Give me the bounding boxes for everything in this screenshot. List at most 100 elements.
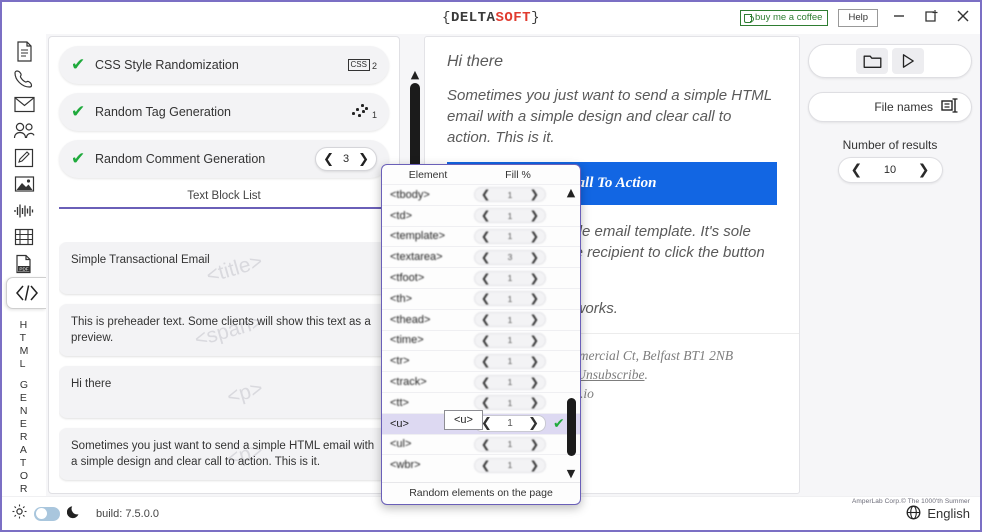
results-next-icon[interactable]: ❯ [918, 162, 930, 178]
stepper-next-icon[interactable]: ❯ [530, 251, 539, 264]
stepper-next-icon[interactable]: ❯ [530, 209, 539, 222]
stepper-next-icon[interactable]: ❯ [530, 188, 539, 201]
popup-scrollbar[interactable]: ▲ ▼ [564, 186, 578, 480]
stepper-prev-icon[interactable]: ❮ [481, 459, 490, 472]
fill-stepper[interactable]: ❮ 1 ❯ [474, 187, 546, 203]
table-row[interactable]: <tbody> ❮ 1 ❯ [382, 184, 580, 205]
maximize-button[interactable] [920, 8, 942, 28]
help-button[interactable]: Help [838, 9, 878, 27]
language-selector[interactable]: English [906, 505, 970, 523]
table-row[interactable]: <template> ❮ 1 ❯ [382, 225, 580, 247]
image-icon[interactable] [7, 171, 41, 198]
fill-stepper[interactable]: ❮ 1 ❯ [474, 395, 546, 411]
list-item[interactable]: This is preheader text. Some clients wil… [59, 304, 389, 356]
fill-stepper[interactable]: ❮ 1 ❯ [474, 415, 546, 433]
pdf-icon[interactable]: PDF [7, 251, 41, 278]
stepper-next-icon[interactable]: ❯ [530, 334, 539, 347]
theme-toggle[interactable] [34, 506, 60, 521]
fill-stepper[interactable]: ❮ 1 ❯ [474, 228, 546, 244]
table-row[interactable]: <ul> ❮ 1 ❯ [382, 433, 580, 455]
fill-stepper[interactable]: ❮ 3 ❯ [474, 249, 546, 265]
stepper-next-icon[interactable]: ❯ [530, 230, 539, 243]
tags-badge-group[interactable]: 1 [350, 104, 377, 120]
close-button[interactable] [952, 8, 974, 28]
popup-row-list[interactable]: <tbody> ❮ 1 ❯ <td> ❮ 1 ❯ <template> ❮ 1 ❯ <textar… [382, 184, 580, 482]
sun-icon[interactable] [12, 504, 27, 524]
comment-count-stepper[interactable]: ❮ 3 ❯ [315, 147, 377, 171]
option-random-tag-generation[interactable]: ✔ Random Tag Generation 1 [59, 93, 389, 131]
stepper-prev-icon[interactable]: ❮ [481, 396, 490, 409]
stepper-prev-icon[interactable]: ❮ [323, 153, 334, 166]
stepper-next-icon[interactable]: ❯ [358, 153, 369, 166]
list-item[interactable]: Hi there <p> [59, 366, 389, 418]
stepper-prev-icon[interactable]: ❮ [481, 313, 490, 326]
results-prev-icon[interactable]: ❮ [851, 162, 863, 178]
fill-stepper[interactable]: ❮ 1 ❯ [474, 291, 546, 307]
table-row[interactable]: <time> ❮ 1 ❯ [382, 329, 580, 351]
stepper-next-icon[interactable]: ❯ [530, 355, 539, 368]
table-row[interactable]: <tr> ❮ 1 ❯ [382, 350, 580, 371]
code-generator-icon[interactable] [6, 277, 46, 309]
popup-scrollbar-thumb[interactable] [567, 397, 576, 457]
stepper-next-icon[interactable]: ❯ [530, 396, 539, 409]
stepper-prev-icon[interactable]: ❮ [481, 438, 490, 451]
film-icon[interactable] [7, 224, 41, 251]
stepper-prev-icon[interactable]: ❮ [481, 251, 490, 264]
fill-stepper[interactable]: ❮ 1 ❯ [474, 312, 546, 328]
popup-scroll-up-icon[interactable]: ▲ [567, 186, 575, 199]
stepper-next-icon[interactable]: ❯ [530, 459, 539, 472]
fill-stepper[interactable]: ❮ 1 ❯ [474, 332, 546, 348]
option-css-style-randomization[interactable]: ✔ CSS Style Randomization CSS 2 [59, 46, 389, 84]
stepper-next-icon[interactable]: ❯ [530, 313, 539, 326]
stepper-next-icon[interactable]: ❯ [530, 438, 539, 451]
stepper-prev-icon[interactable]: ❮ [481, 188, 490, 201]
mail-icon[interactable] [7, 91, 41, 118]
people-icon[interactable] [7, 118, 41, 145]
table-row[interactable]: <thead> ❮ 1 ❯ [382, 308, 580, 330]
table-row[interactable]: <td> ❮ 1 ❯ [382, 204, 580, 226]
document-icon[interactable] [7, 38, 41, 65]
stepper-next-icon[interactable]: ❯ [528, 416, 539, 431]
rename-icon[interactable] [941, 98, 959, 116]
fill-stepper[interactable]: ❮ 1 ❯ [474, 270, 546, 286]
scroll-up-icon[interactable]: ▲ [411, 68, 419, 81]
stepper-prev-icon[interactable]: ❮ [481, 292, 490, 305]
buy-me-a-coffee-button[interactable]: buy me a coffee [740, 10, 829, 26]
table-row[interactable]: <tfoot> ❮ 1 ❯ [382, 267, 580, 288]
stepper-next-icon[interactable]: ❯ [530, 292, 539, 305]
phone-icon[interactable] [7, 65, 41, 92]
fill-stepper[interactable]: ❮ 1 ❯ [474, 457, 546, 473]
stepper-prev-icon[interactable]: ❮ [481, 209, 490, 222]
table-row[interactable]: <th> ❮ 1 ❯ [382, 287, 580, 309]
row-confirm-icon[interactable]: ✔ [553, 416, 565, 432]
file-names-row[interactable]: File names [808, 92, 972, 122]
folder-icon[interactable] [856, 48, 888, 74]
play-icon[interactable] [892, 48, 924, 74]
unsubscribe-link[interactable]: Unsubscribe [576, 367, 644, 382]
fill-value: 1 [507, 293, 513, 304]
stepper-prev-icon[interactable]: ❮ [481, 355, 490, 368]
fill-stepper[interactable]: ❮ 1 ❯ [474, 208, 546, 224]
stepper-prev-icon[interactable]: ❮ [481, 334, 490, 347]
stepper-next-icon[interactable]: ❯ [530, 272, 539, 285]
stepper-prev-icon[interactable]: ❮ [481, 376, 490, 389]
fill-stepper[interactable]: ❮ 1 ❯ [474, 353, 546, 369]
css-badge-group[interactable]: CSS 2 [347, 59, 377, 71]
minimize-button[interactable] [888, 8, 910, 28]
number-of-results-stepper[interactable]: ❮ 10 ❯ [837, 157, 943, 183]
list-item[interactable]: Simple Transactional Email <title> [59, 242, 389, 294]
stepper-next-icon[interactable]: ❯ [530, 376, 539, 389]
fill-stepper[interactable]: ❮ 1 ❯ [474, 374, 546, 390]
popup-scroll-down-icon[interactable]: ▼ [567, 467, 575, 480]
stepper-prev-icon[interactable]: ❮ [481, 230, 490, 243]
pen-edit-icon[interactable] [7, 144, 41, 171]
table-row[interactable]: <textarea> ❮ 3 ❯ [382, 246, 580, 267]
option-random-comment-generation[interactable]: ✔ Random Comment Generation ❮ 3 ❯ [59, 140, 389, 178]
fill-stepper[interactable]: ❮ 1 ❯ [474, 436, 546, 452]
moon-icon[interactable] [66, 504, 82, 524]
list-item[interactable]: Sometimes you just want to send a simple… [59, 428, 389, 480]
audio-wave-icon[interactable] [7, 197, 41, 224]
table-row[interactable]: <track> ❮ 1 ❯ [382, 371, 580, 392]
stepper-prev-icon[interactable]: ❮ [481, 272, 490, 285]
table-row[interactable]: <wbr> ❮ 1 ❯ [382, 454, 580, 475]
